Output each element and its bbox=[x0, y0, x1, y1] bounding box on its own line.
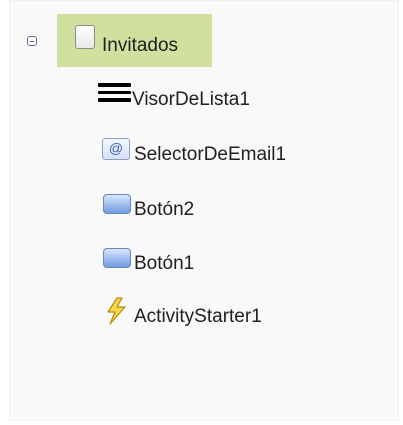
email-picker-icon: @ bbox=[102, 138, 130, 160]
button-icon bbox=[103, 248, 131, 268]
listview-icon bbox=[98, 83, 131, 103]
tree-item-visordelista1[interactable]: VisorDeLista1 bbox=[132, 89, 250, 111]
lightning-bolt-icon bbox=[107, 297, 126, 325]
screen-icon bbox=[75, 25, 95, 49]
collapse-toggle-icon[interactable] bbox=[27, 36, 37, 46]
tree-item-boton1[interactable]: Botón1 bbox=[134, 253, 194, 275]
tree-item-activitystarter1[interactable]: ActivityStarter1 bbox=[134, 306, 262, 328]
tree-item-boton2[interactable]: Botón2 bbox=[134, 199, 194, 221]
tree-item-selectordeemail1[interactable]: SelectorDeEmail1 bbox=[134, 144, 286, 166]
button-icon bbox=[103, 194, 131, 214]
tree-root-label[interactable]: Invitados bbox=[102, 35, 178, 57]
